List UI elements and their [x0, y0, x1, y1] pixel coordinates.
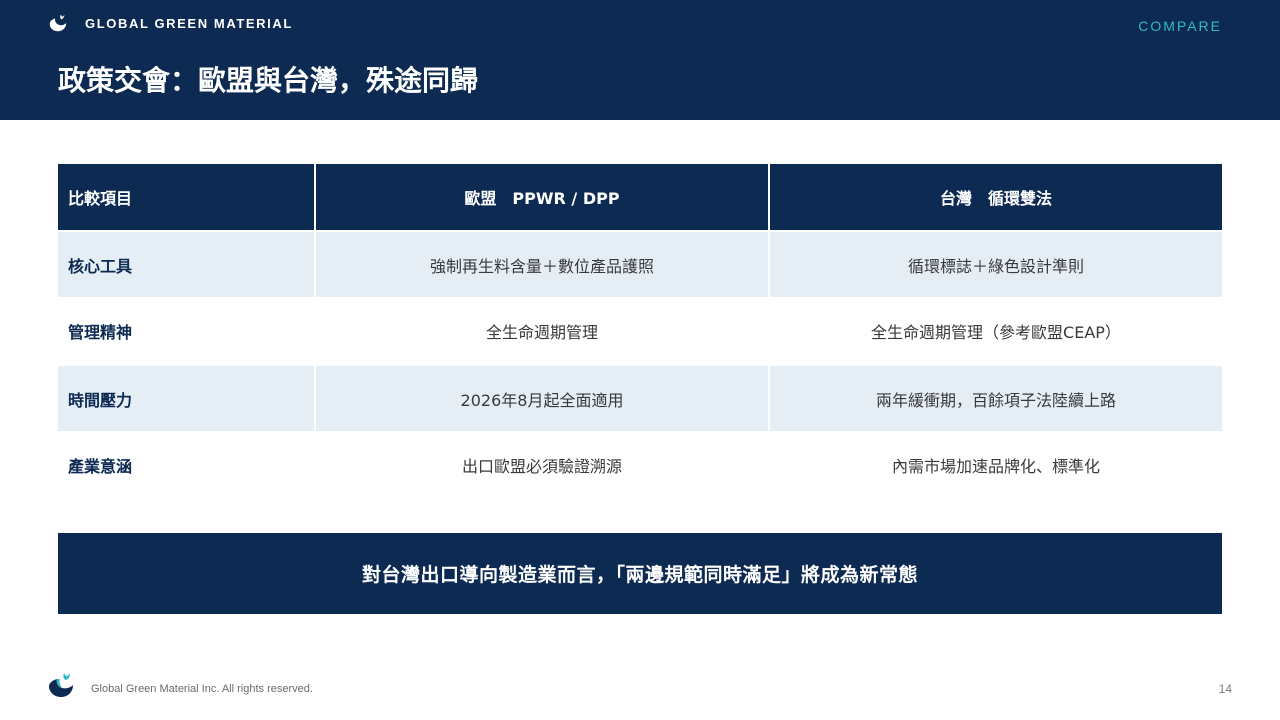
whale-logo-icon: [49, 673, 73, 697]
table-cell: 全生命週期管理: [485, 322, 598, 342]
conclusion-text: 對台灣出口導向製造業而言，「兩邊規範同時滿足」將成為新常態: [361, 564, 918, 586]
brand: GLOBAL GREEN MATERIAL: [47, 12, 293, 34]
conclusion-banner: 對台灣出口導向製造業而言，「兩邊規範同時滿足」將成為新常態: [58, 533, 1222, 614]
page-number: 14: [1218, 682, 1232, 696]
table-header-row: 比較項目 歐盟 PPWR / DPP 台灣 循環雙法: [58, 164, 1222, 230]
table-row: 管理精神 全生命週期管理 全生命週期管理（參考歐盟CEAP）: [58, 297, 1222, 364]
column-header: 台灣 循環雙法: [770, 164, 1222, 230]
table-row: 產業意涵 出口歐盟必須驗證溯源 內需市場加速品牌化、標準化: [58, 431, 1222, 498]
row-label: 核心工具: [58, 232, 314, 297]
comparison-table: 比較項目 歐盟 PPWR / DPP 台灣 循環雙法 核心工具 強制再生料含量＋…: [58, 164, 1222, 498]
section-tag: COMPARE: [1138, 18, 1222, 34]
header-bar: GLOBAL GREEN MATERIAL COMPARE 政策交會：歐盟與台灣…: [0, 0, 1280, 120]
table-cell: 循環標誌＋綠色設計準則: [770, 232, 1222, 297]
table-row: 核心工具 強制再生料含量＋數位產品護照 循環標誌＋綠色設計準則: [58, 230, 1222, 297]
table-row: 時間壓力 2026年8月起全面適用 兩年緩衝期，百餘項子法陸續上路: [58, 364, 1222, 431]
row-label: 管理精神: [68, 322, 133, 342]
column-header: 歐盟 PPWR / DPP: [316, 164, 768, 230]
table-cell: 全生命週期管理（參考歐盟CEAP）: [871, 322, 1121, 342]
table-cell: 內需市場加速品牌化、標準化: [891, 456, 1100, 476]
table-cell: 兩年緩衝期，百餘項子法陸續上路: [770, 366, 1222, 431]
table-cell: 2026年8月起全面適用: [316, 366, 768, 431]
page-title: 政策交會：歐盟與台灣，殊途同歸: [58, 64, 479, 97]
brand-name: GLOBAL GREEN MATERIAL: [85, 15, 293, 31]
whale-logo-icon: [49, 14, 67, 32]
table-cell: 強制再生料含量＋數位產品護照: [316, 232, 768, 297]
copyright-text: Global Green Material Inc. All rights re…: [91, 683, 313, 695]
row-label: 時間壓力: [58, 366, 314, 431]
row-label: 產業意涵: [68, 456, 133, 476]
column-header: 比較項目: [58, 164, 314, 230]
table-cell: 出口歐盟必須驗證溯源: [461, 456, 622, 476]
